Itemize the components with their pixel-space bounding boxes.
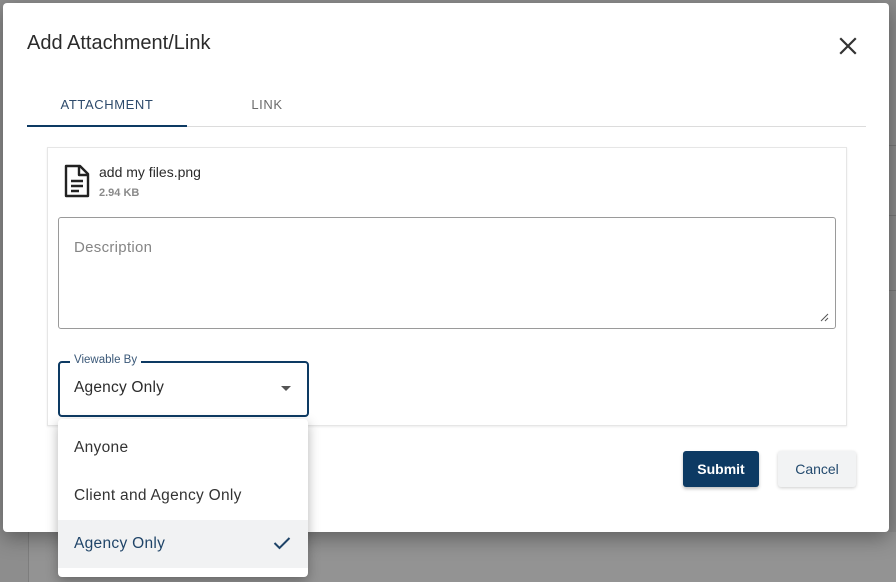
viewable-by-value: Agency Only [74,379,165,396]
cancel-button[interactable]: Cancel [778,451,856,487]
background-divider [889,145,896,146]
file-name: add my files.png [99,164,201,180]
background-divider [889,290,896,291]
viewable-by-select[interactable]: Viewable By Agency Only [58,354,309,417]
attachment-panel: add my files.png 2.94 KB Description Vie… [47,147,847,426]
close-icon [839,37,857,55]
menu-item-label: Client and Agency Only [74,487,242,504]
active-tab-indicator [27,125,187,127]
background-divider [889,215,896,216]
check-icon [273,537,291,550]
menu-item-label: Agency Only [74,535,166,552]
menu-item-client-and-agency-only[interactable]: Client and Agency Only [58,472,308,520]
resize-handle-icon[interactable] [819,312,829,322]
file-size: 2.94 KB [99,187,140,199]
menu-item-anyone[interactable]: Anyone [58,424,308,472]
description-field[interactable]: Description [58,217,836,329]
background-edge [889,0,896,532]
close-button[interactable] [833,31,863,61]
tab-attachment-label: ATTACHMENT [60,96,154,112]
submit-button[interactable]: Submit [683,451,759,487]
description-placeholder: Description [74,239,153,256]
tab-attachment[interactable]: ATTACHMENT [27,81,187,127]
tab-link-label: LINK [251,96,283,112]
dropdown-arrow-icon [281,386,291,391]
viewable-by-label: Viewable By [70,354,142,366]
dialog-title: Add Attachment/Link [27,32,211,54]
viewable-by-menu: Anyone Client and Agency Only Agency Onl… [58,419,308,577]
menu-item-label: Anyone [74,439,129,456]
menu-item-agency-only[interactable]: Agency Only [58,520,308,568]
tab-link[interactable]: LINK [187,81,347,127]
file-document-icon [64,164,90,198]
tab-bar: ATTACHMENT LINK [27,81,866,127]
